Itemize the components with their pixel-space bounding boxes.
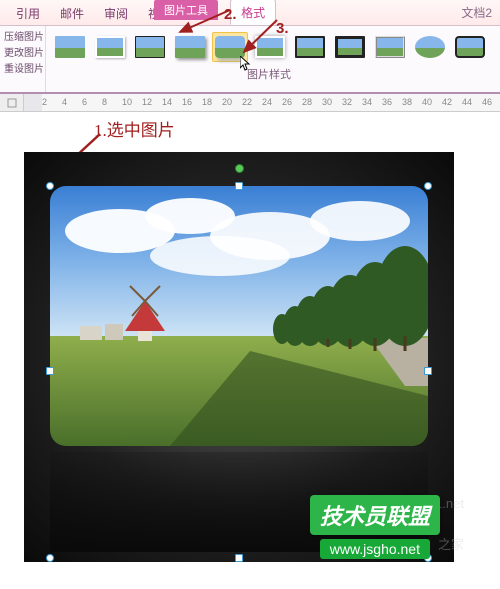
watermark-url: www.jsgho.net — [320, 539, 430, 559]
style-thumb[interactable] — [172, 32, 208, 62]
style-thumb[interactable] — [292, 32, 328, 62]
ruler-tick: 34 — [362, 97, 372, 107]
tab-review[interactable]: 审阅 — [94, 1, 138, 25]
resize-handle-t[interactable] — [235, 182, 243, 190]
tab-format[interactable]: 格式 — [230, 0, 276, 25]
style-thumb-reflected-rounded[interactable] — [212, 32, 248, 62]
rotation-handle[interactable] — [235, 164, 244, 173]
picture-content — [50, 186, 428, 446]
picture-styles-gallery[interactable] — [46, 26, 500, 64]
annotation-text-3: 3. — [276, 20, 289, 37]
ruler-tick: 22 — [242, 97, 252, 107]
watermark-text: 之家 — [438, 534, 464, 553]
resize-handle-bl[interactable] — [46, 554, 54, 562]
tab-references[interactable]: 引用 — [6, 1, 50, 25]
picture-tools-context: 图片工具 — [154, 0, 218, 20]
ruler-tick: 2 — [42, 97, 47, 107]
ruler-tick: 32 — [342, 97, 352, 107]
ruler-corner — [0, 94, 24, 111]
ruler-tick: 8 — [102, 97, 107, 107]
document-canvas[interactable]: 2. 3. 1.选中图片 — [0, 112, 500, 587]
ruler-tick: 42 — [442, 97, 452, 107]
style-thumb[interactable] — [92, 32, 128, 62]
ruler-tick: 26 — [282, 97, 292, 107]
ruler-tick: 40 — [422, 97, 432, 107]
style-thumb[interactable] — [412, 32, 448, 62]
ruler-tick: 24 — [262, 97, 272, 107]
watermark-badge: 技术员联盟 — [310, 495, 440, 535]
ribbon-panel: 压缩图片 更改图片 重设图片 图片样式 — [0, 26, 500, 94]
document-title: 文档2 — [461, 4, 492, 21]
style-thumb[interactable] — [132, 32, 168, 62]
ruler-ticks: 2468101214161820222426283032343638404244… — [24, 94, 500, 111]
picture-styles-label: 图片样式 — [46, 64, 492, 86]
ruler-tick: 46 — [482, 97, 492, 107]
tab-mailings[interactable]: 邮件 — [50, 1, 94, 25]
ruler-tick: 6 — [82, 97, 87, 107]
picture-styles-group: 图片样式 — [46, 26, 500, 92]
ruler-tick: 20 — [222, 97, 232, 107]
ruler-tick: 38 — [402, 97, 412, 107]
ruler-tick: 16 — [182, 97, 192, 107]
ruler-tick: 18 — [202, 97, 212, 107]
style-thumb[interactable] — [52, 32, 88, 62]
annotation-text-1: 1.选中图片 — [94, 116, 175, 141]
style-thumb[interactable] — [372, 32, 408, 62]
ruler-tick: 30 — [322, 97, 332, 107]
annotation-text-2: 2. — [224, 6, 237, 23]
ruler-tick: 12 — [142, 97, 152, 107]
adjust-group: 压缩图片 更改图片 重设图片 — [0, 26, 46, 92]
ruler-tick: 14 — [162, 97, 172, 107]
ruler-tick: 10 — [122, 97, 132, 107]
ruler-tick: 4 — [62, 97, 67, 107]
resize-handle-r[interactable] — [424, 367, 432, 375]
style-thumb[interactable] — [332, 32, 368, 62]
ruler-tick: 36 — [382, 97, 392, 107]
style-thumb[interactable] — [452, 32, 488, 62]
resize-handle-b[interactable] — [235, 554, 243, 562]
reset-picture-button[interactable]: 重设图片 — [2, 62, 43, 78]
resize-handle-tl[interactable] — [46, 182, 54, 190]
horizontal-ruler[interactable]: 2468101214161820222426283032343638404244… — [0, 94, 500, 112]
resize-handle-l[interactable] — [46, 367, 54, 375]
ruler-tick: 44 — [462, 97, 472, 107]
compress-pictures-button[interactable]: 压缩图片 — [2, 30, 43, 46]
resize-handle-tr[interactable] — [424, 182, 432, 190]
ruler-tick: 28 — [302, 97, 312, 107]
change-picture-button[interactable]: 更改图片 — [2, 46, 43, 62]
ribbon-tabs: 引用 邮件 审阅 视图 图片工具 格式 文档2 — [0, 0, 500, 26]
